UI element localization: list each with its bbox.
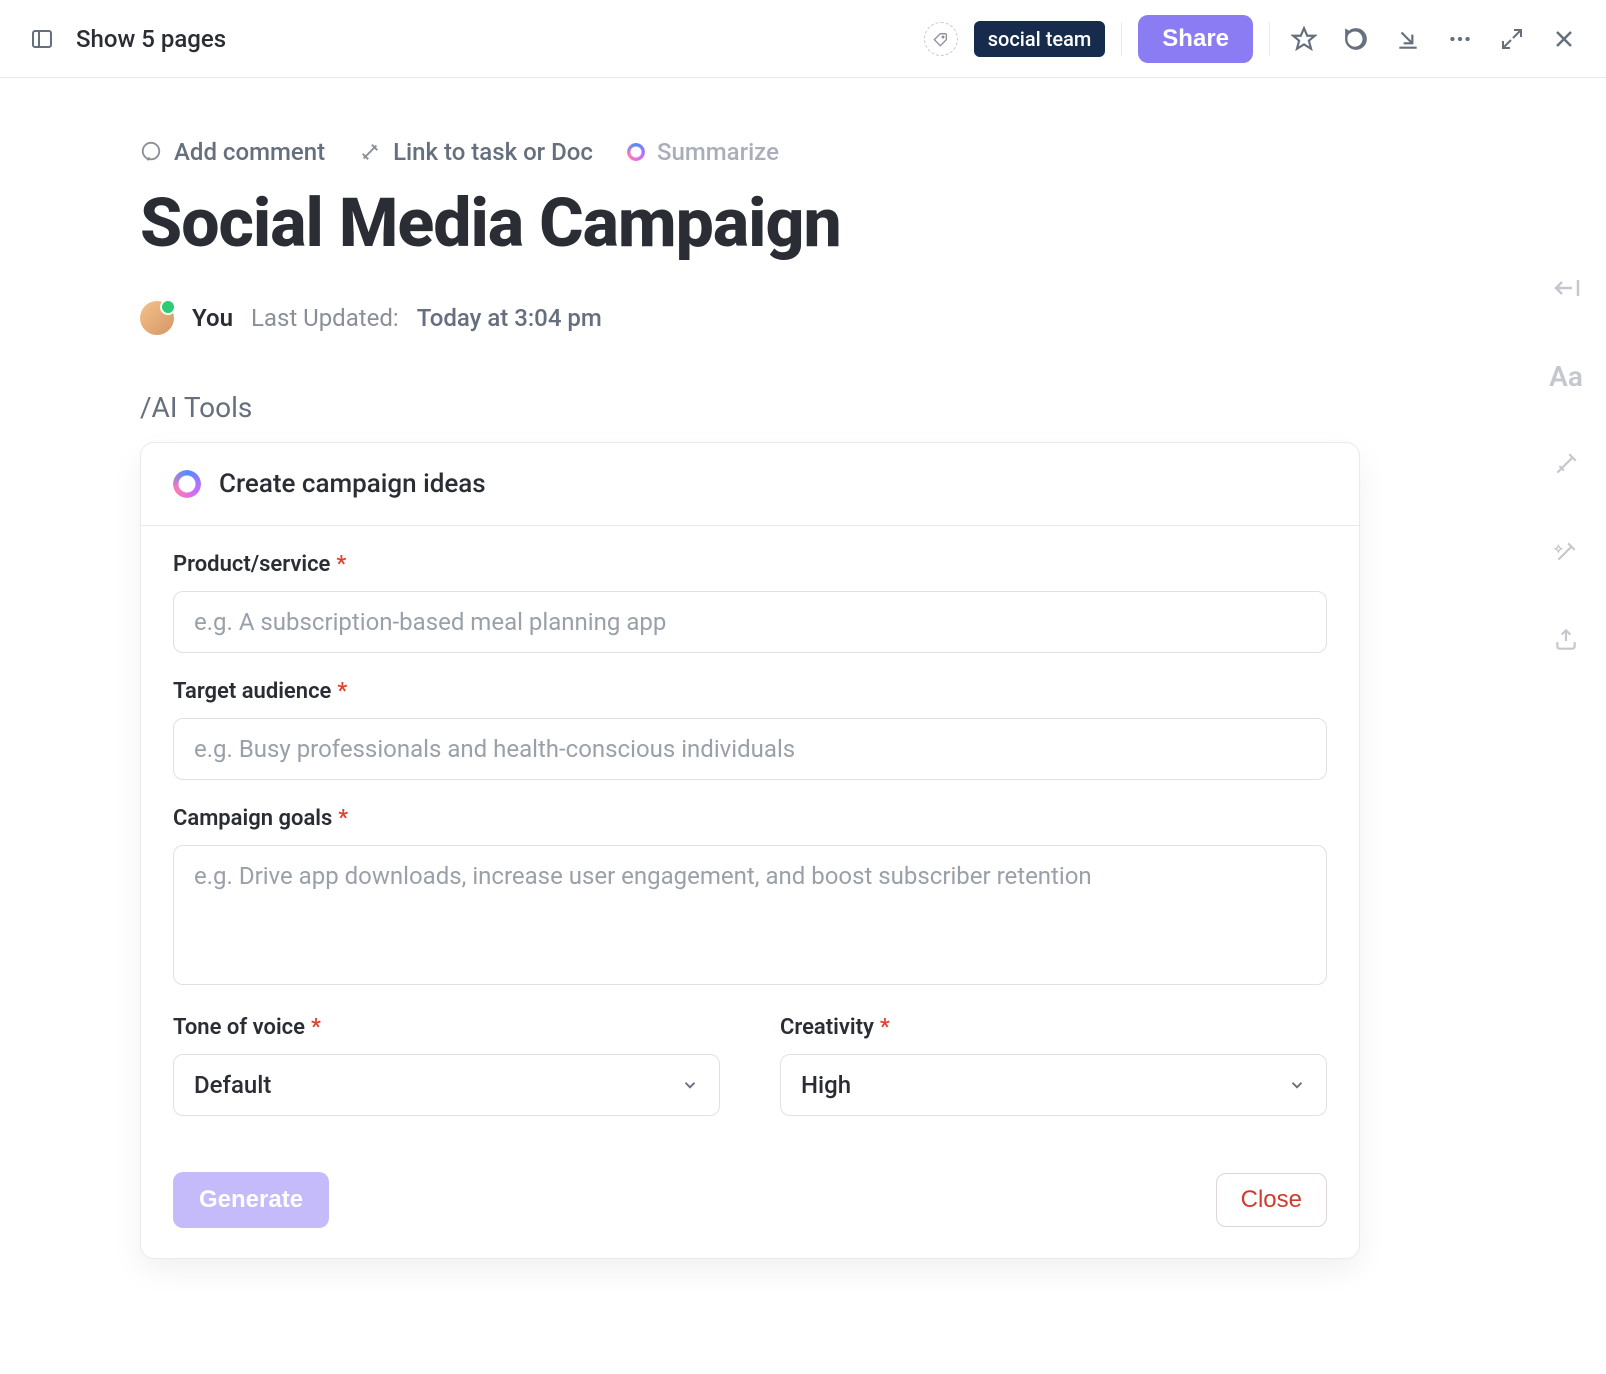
audience-input[interactable]	[173, 718, 1327, 780]
divider	[1121, 22, 1122, 56]
creativity-value: High	[801, 1071, 851, 1099]
audience-label: Target audience	[173, 679, 331, 704]
download-icon[interactable]	[1390, 21, 1426, 57]
share-button[interactable]: Share	[1138, 15, 1253, 63]
field-goals: Campaign goals *	[173, 806, 1327, 989]
typography-icon[interactable]: Aa	[1548, 358, 1584, 394]
close-icon[interactable]	[1546, 21, 1582, 57]
chevron-down-icon	[1288, 1076, 1306, 1094]
last-updated-label: Last Updated:	[251, 304, 399, 332]
required-marker: *	[336, 552, 346, 577]
product-label: Product/service	[173, 552, 330, 577]
collapse-rail-icon[interactable]	[1548, 270, 1584, 306]
required-marker: *	[880, 1015, 890, 1040]
summarize-action[interactable]: Summarize	[627, 138, 779, 166]
field-audience: Target audience *	[173, 679, 1327, 780]
tone-label: Tone of voice	[173, 1015, 305, 1040]
required-marker: *	[311, 1015, 321, 1040]
tone-value: Default	[194, 1071, 271, 1099]
card-title: Create campaign ideas	[219, 469, 486, 499]
close-button[interactable]: Close	[1216, 1173, 1327, 1227]
right-rail: Aa	[1548, 270, 1584, 658]
field-tone: Tone of voice * Default	[173, 1015, 720, 1116]
magic-wand-icon[interactable]	[1548, 534, 1584, 570]
chevron-down-icon	[681, 1076, 699, 1094]
creativity-label: Creativity	[780, 1015, 874, 1040]
summarize-label: Summarize	[657, 138, 779, 166]
main-content: Add comment Link to task or Doc Summariz…	[0, 78, 1480, 1259]
add-comment-action[interactable]: Add comment	[140, 138, 325, 166]
ai-icon	[173, 470, 201, 498]
comment-icon	[140, 141, 162, 163]
add-comment-label: Add comment	[174, 138, 325, 166]
author-name: You	[192, 304, 233, 332]
panel-toggle-icon[interactable]	[24, 21, 60, 57]
creativity-select[interactable]: High	[780, 1054, 1327, 1116]
comment-icon[interactable]	[1338, 21, 1374, 57]
ai-icon	[627, 143, 645, 161]
goals-label: Campaign goals	[173, 806, 332, 831]
export-icon[interactable]	[1548, 622, 1584, 658]
link-task-action[interactable]: Link to task or Doc	[359, 138, 593, 166]
generate-button[interactable]: Generate	[173, 1172, 329, 1228]
topbar: Show 5 pages social team Share	[0, 0, 1606, 78]
divider	[1269, 22, 1270, 56]
field-creativity: Creativity * High	[780, 1015, 1327, 1116]
page-title[interactable]: Social Media Campaign	[140, 186, 1360, 261]
link-task-label: Link to task or Doc	[393, 138, 593, 166]
tone-select[interactable]: Default	[173, 1054, 720, 1116]
more-icon[interactable]	[1442, 21, 1478, 57]
ai-spark-icon[interactable]	[1548, 446, 1584, 482]
doc-actions: Add comment Link to task or Doc Summariz…	[140, 138, 1360, 166]
required-marker: *	[337, 679, 347, 704]
expand-icon[interactable]	[1494, 21, 1530, 57]
show-pages-button[interactable]: Show 5 pages	[76, 25, 226, 53]
team-tag[interactable]: social team	[974, 21, 1106, 57]
last-updated-value: Today at 3:04 pm	[417, 304, 602, 332]
field-product: Product/service *	[173, 552, 1327, 653]
product-input[interactable]	[173, 591, 1327, 653]
doc-meta: You Last Updated: Today at 3:04 pm	[140, 301, 1360, 335]
required-marker: *	[338, 806, 348, 831]
card-header: Create campaign ideas	[141, 443, 1359, 526]
ai-campaign-card: Create campaign ideas Product/service * …	[140, 442, 1360, 1259]
avatar[interactable]	[140, 301, 174, 335]
goals-input[interactable]	[173, 845, 1327, 985]
tag-icon[interactable]	[924, 22, 958, 56]
star-icon[interactable]	[1286, 21, 1322, 57]
link-icon	[359, 141, 381, 163]
slash-command-text[interactable]: /AI Tools	[140, 391, 1360, 424]
